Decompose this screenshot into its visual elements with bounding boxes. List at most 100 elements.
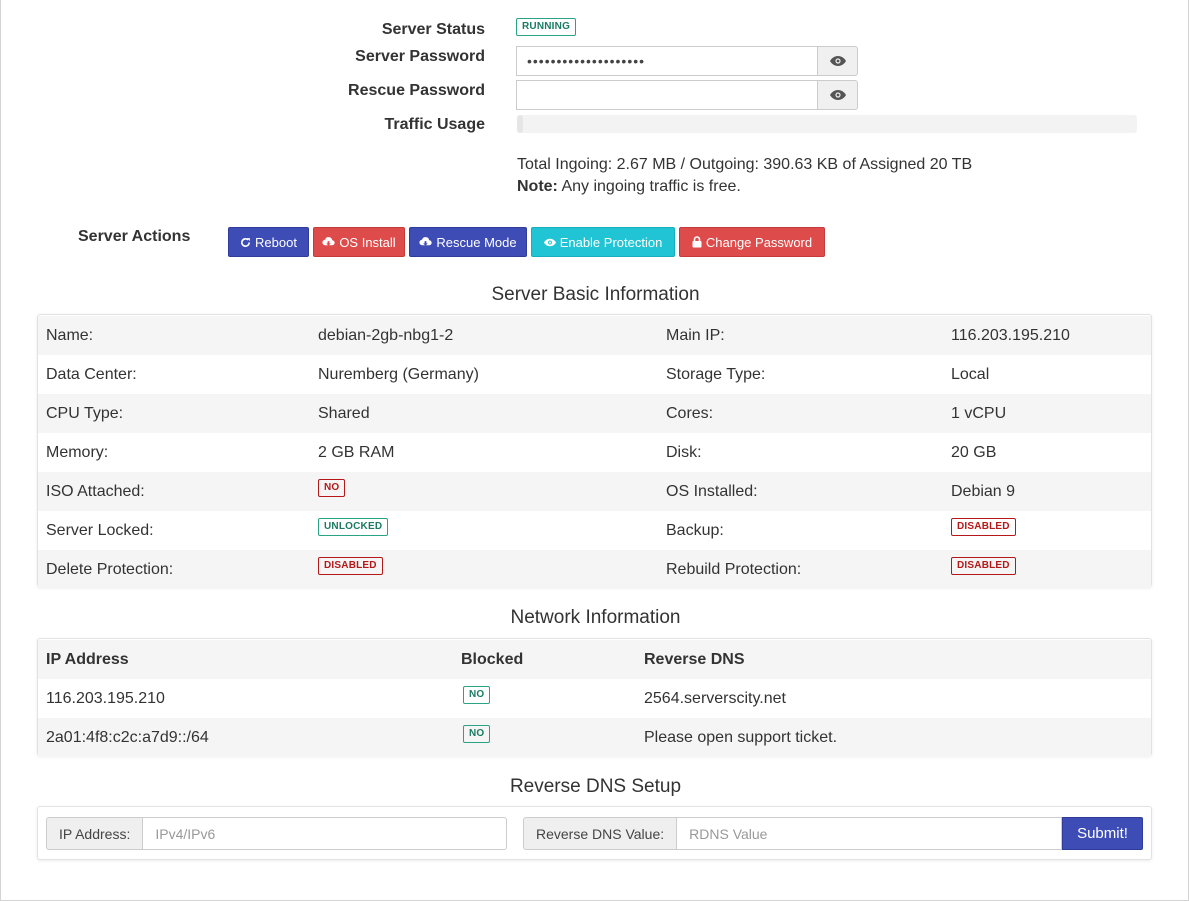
field-label: Main IP:	[666, 326, 725, 344]
field-value: Debian 9	[951, 482, 1016, 500]
blocked-cell: NO	[463, 679, 491, 718]
note-text: Any ingoing traffic is free.	[557, 178, 741, 195]
server-password-toggle-button[interactable]	[818, 46, 858, 76]
status-badge-cell: DISABLED	[951, 511, 1016, 550]
refresh-icon	[241, 237, 251, 247]
enable-protection-button-label: Enable Protection	[559, 234, 663, 250]
lock-icon	[692, 236, 702, 248]
field-value: debian-2gb-nbg1-2	[318, 326, 454, 344]
server-password-group: ••••••••••••••••••••	[516, 46, 858, 76]
basic-info-table: Name: debian-2gb-nbg1-2 Main IP: 116.203.19…	[38, 316, 1151, 589]
blocked-cell: NO	[463, 718, 491, 757]
os-install-button-label: OS Install	[339, 234, 396, 250]
network-info-panel: IP Address Blocked Reverse DNS 116.203.1…	[37, 638, 1152, 757]
basic-info-panel: Name: debian-2gb-nbg1-2 Main IP: 116.203.19…	[37, 314, 1152, 589]
table-row: Data Center: Nuremberg (Germany) Storage T…	[38, 355, 1151, 394]
column-header-ip-address: IP Address	[46, 650, 129, 668]
field-label: Backup:	[666, 521, 724, 539]
status-badge-cell: DISABLED	[951, 550, 1016, 589]
table-row: 116.203.195.210 NO 2564.serverscity.net	[38, 679, 1151, 718]
rescue-mode-button[interactable]: Rescue Mode	[409, 227, 527, 257]
field-label: Disk:	[666, 443, 702, 461]
status-badge: DISABLED	[318, 556, 383, 575]
network-table-body: 116.203.195.210 NO 2564.serverscity.net 2a0…	[38, 679, 1151, 757]
table-row: 2a01:4f8:c2c:a7d9::/64 NO Please open supp…	[38, 718, 1151, 757]
field-label: Server Locked:	[46, 521, 154, 539]
traffic-progress-fill	[517, 115, 524, 133]
table-row: Memory: 2 GB RAM Disk: 20 GB	[38, 433, 1151, 472]
table-row: ISO Attached: NO OS Installed: Debian 9	[38, 472, 1151, 511]
ip-address-cell: 2a01:4f8:c2c:a7d9::/64	[46, 728, 209, 746]
server-password-input[interactable]: ••••••••••••••••••••	[516, 46, 818, 76]
reverse-dns-cell: Please open support ticket.	[644, 728, 838, 746]
field-value: 1 vCPU	[951, 404, 1007, 422]
rescue-password-input[interactable]	[516, 80, 818, 110]
rescue-password-toggle-button[interactable]	[818, 80, 858, 110]
server-password-label: Server Password	[355, 48, 485, 65]
traffic-usage-label: Traffic Usage	[384, 116, 485, 133]
network-table-header: IP Address Blocked Reverse DNS	[38, 640, 1151, 679]
rdns-value-input[interactable]: RDNS Value	[677, 817, 1062, 850]
table-row: Server Locked: UNLOCKED Backup: DISABLED	[38, 511, 1151, 550]
field-label: CPU Type:	[46, 404, 124, 422]
rescue-mode-button-label: Rescue Mode	[436, 234, 517, 250]
field-label: Delete Protection:	[46, 560, 174, 578]
status-badge: DISABLED	[951, 556, 1016, 575]
basic-info-title: Server Basic Information	[491, 284, 700, 305]
traffic-summary: Total Ingoing: 2.67 MB / Outgoing: 390.6…	[517, 154, 972, 198]
server-status-label: Server Status	[381, 21, 485, 38]
rdns-ip-input[interactable]: IPv4/IPv6	[143, 817, 507, 850]
field-label: Memory:	[46, 443, 109, 461]
field-value: Shared	[318, 404, 370, 422]
rdns-value-label: Reverse DNS Value:	[523, 817, 678, 850]
rdns-setup-panel: IP Address: IPv4/IPv6 Reverse DNS Value:…	[37, 806, 1152, 860]
status-badge: DISABLED	[951, 517, 1016, 536]
reverse-dns-cell: 2564.serverscity.net	[644, 689, 786, 707]
rdns-value-input-group: Reverse DNS Value: RDNS Value Submit!	[523, 817, 1143, 850]
eye-icon	[543, 238, 556, 246]
traffic-text: Total Ingoing: 2.67 MB / Outgoing: 390.6…	[517, 156, 973, 173]
enable-protection-button[interactable]: Enable Protection	[531, 227, 675, 257]
status-badge: UNLOCKED	[318, 517, 389, 536]
traffic-note: Note: Any ingoing traffic is free.	[517, 176, 972, 198]
field-label: Rebuild Protection:	[666, 560, 802, 578]
cloud-download-icon	[419, 236, 433, 246]
rescue-password-label: Rescue Password	[348, 82, 485, 99]
reboot-button[interactable]: Reboot	[228, 227, 309, 257]
field-label: OS Installed:	[666, 482, 758, 500]
network-info-title: Network Information	[510, 607, 681, 628]
field-label: Name:	[46, 326, 94, 344]
table-row: Delete Protection: DISABLED Rebuild Protec…	[38, 550, 1151, 589]
server-actions-label: Server Actions	[78, 228, 191, 245]
status-badge-cell: NO	[318, 472, 346, 511]
status-badge-cell: UNLOCKED	[318, 511, 389, 550]
change-password-button-label: Change Password	[705, 234, 813, 250]
rdns-submit-button[interactable]: Submit!	[1062, 817, 1143, 850]
field-value: Nuremberg (Germany)	[318, 365, 479, 383]
field-label: Storage Type:	[666, 365, 766, 383]
status-badge: NO	[318, 478, 346, 497]
table-row: CPU Type: Shared Cores: 1 vCPU	[38, 394, 1151, 433]
table-row: Name: debian-2gb-nbg1-2 Main IP: 116.203.19…	[38, 316, 1151, 355]
field-value: 116.203.195.210	[951, 326, 1070, 344]
rdns-ip-input-group: IP Address: IPv4/IPv6	[46, 817, 507, 850]
change-password-button[interactable]: Change Password	[679, 227, 825, 257]
ip-address-cell: 116.203.195.210	[46, 689, 165, 707]
cloud-download-icon	[322, 236, 335, 246]
traffic-progress-bar	[517, 115, 1137, 133]
rdns-setup-title: Reverse DNS Setup	[509, 776, 682, 797]
column-header-blocked: Blocked	[461, 650, 524, 668]
reboot-button-label: Reboot	[255, 234, 297, 250]
rdns-ip-label: IP Address:	[46, 817, 144, 850]
rescue-password-group	[516, 80, 858, 110]
status-badge: NO	[463, 724, 491, 743]
field-value: 20 GB	[951, 443, 997, 461]
status-badge: NO	[463, 685, 491, 704]
os-install-button[interactable]: OS Install	[313, 227, 405, 257]
field-value: 2 GB RAM	[318, 443, 395, 461]
eye-icon	[829, 90, 846, 100]
page-frame: Server Status RUNNING Server Password ••…	[0, 0, 1189, 901]
field-label: ISO Attached:	[46, 482, 145, 500]
note-label: Note:	[517, 178, 558, 195]
eye-icon	[829, 56, 846, 66]
